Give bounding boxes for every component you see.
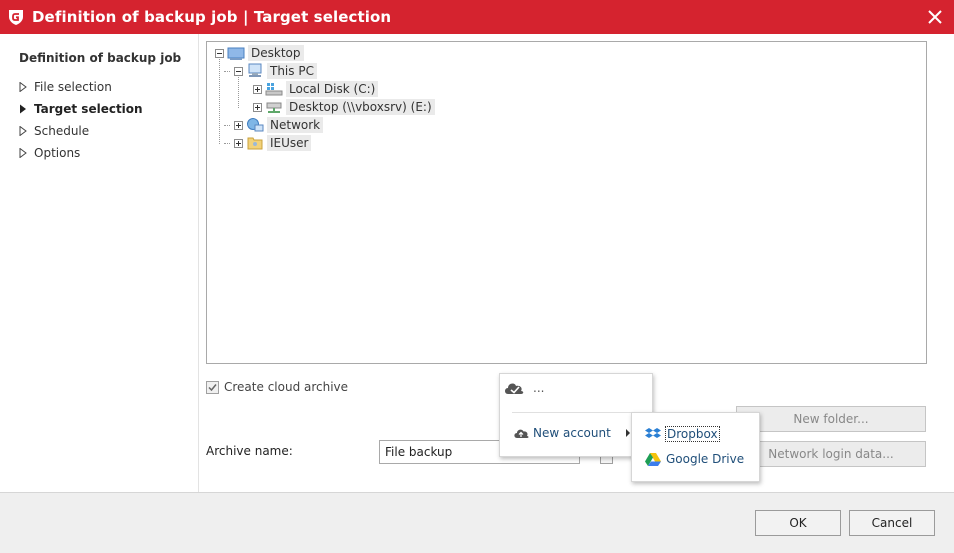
- tree-connector: [224, 143, 230, 144]
- desktop-icon: [227, 47, 245, 60]
- tree-connector: [238, 77, 239, 108]
- nav-heading: Definition of backup job: [19, 51, 182, 65]
- target-folder-tree[interactable]: Desktop This PC Local Disk (C:) Desktop …: [206, 41, 927, 364]
- title-bar: Definition of backup job | Target select…: [0, 0, 954, 34]
- tree-node-label: IEUser: [267, 135, 312, 151]
- menu-separator: [512, 412, 640, 413]
- drive-icon: [265, 83, 283, 96]
- dropbox-menu-item[interactable]: Dropbox: [645, 425, 720, 443]
- expand-icon[interactable]: [234, 120, 243, 130]
- nav-item-options[interactable]: Options: [18, 144, 80, 162]
- expand-icon[interactable]: [253, 102, 262, 112]
- window-title: Definition of backup job | Target select…: [32, 8, 392, 26]
- checkbox-label: Create cloud archive: [224, 380, 349, 394]
- gdata-logo-icon: [9, 10, 23, 25]
- tree-node-this-pc[interactable]: This PC: [234, 62, 317, 80]
- network-drive-icon: [266, 102, 282, 113]
- google-drive-icon: [645, 453, 661, 466]
- user-folder-icon: [247, 137, 263, 150]
- network-login-button[interactable]: Network login data...: [736, 441, 926, 467]
- tree-node-label: Local Disk (C:): [286, 81, 379, 97]
- tree-connector: [219, 59, 220, 144]
- nav-item-label: Target selection: [34, 102, 143, 116]
- cloud-account-selector[interactable]: ...: [503, 377, 544, 399]
- nav-item-label: Options: [34, 146, 81, 160]
- provider-submenu[interactable]: Dropbox Google Drive: [631, 412, 760, 482]
- archive-name-label: Archive name:: [206, 444, 293, 458]
- checkbox-box[interactable]: [206, 380, 219, 394]
- tree-node-label: Desktop: [248, 45, 304, 61]
- tree-node-ieuser[interactable]: IEUser: [234, 134, 312, 152]
- dialog-footer: OK Cancel: [0, 492, 954, 553]
- tree-connector: [224, 71, 230, 72]
- google-drive-menu-item[interactable]: Google Drive: [645, 450, 744, 468]
- tree-node-desktop[interactable]: Desktop: [215, 44, 304, 62]
- nav-item-file-selection[interactable]: File selection: [18, 78, 112, 96]
- cancel-button[interactable]: Cancel: [849, 510, 935, 536]
- new-folder-button[interactable]: New folder...: [736, 406, 926, 432]
- tree-node-label: This PC: [267, 63, 317, 79]
- chevron-right-icon: [19, 126, 27, 136]
- expand-icon[interactable]: [253, 84, 262, 94]
- cloud-check-icon: [505, 383, 524, 394]
- nav-item-schedule[interactable]: Schedule: [18, 122, 89, 140]
- close-icon[interactable]: [924, 6, 946, 28]
- checkmark-icon: [208, 383, 217, 391]
- chevron-right-icon: [19, 82, 27, 92]
- network-icon: [247, 118, 264, 132]
- tree-node-label: Desktop (\\vboxsrv) (E:): [286, 99, 435, 115]
- wizard-nav: Definition of backup job File selection …: [0, 34, 199, 492]
- cloud-account-menu[interactable]: ... New account: [499, 373, 653, 457]
- chevron-right-filled-icon: [20, 104, 26, 114]
- tree-node-local-disk[interactable]: Local Disk (C:): [253, 80, 379, 98]
- computer-icon: [248, 63, 262, 77]
- ok-button[interactable]: OK: [755, 510, 841, 536]
- tree-node-network[interactable]: Network: [234, 116, 324, 134]
- new-account-menu-item[interactable]: New account: [513, 424, 631, 442]
- expand-icon[interactable]: [234, 138, 243, 148]
- tree-node-network-drive[interactable]: Desktop (\\vboxsrv) (E:): [253, 98, 435, 116]
- dropbox-icon: [645, 428, 661, 438]
- collapse-icon[interactable]: [234, 66, 243, 76]
- cloud-upload-icon: [514, 429, 529, 438]
- collapse-icon[interactable]: [215, 48, 224, 58]
- nav-item-label: Schedule: [34, 124, 90, 138]
- nav-item-label: File selection: [34, 80, 112, 94]
- tree-connector: [224, 125, 230, 126]
- new-account-label: New account: [533, 426, 611, 440]
- create-cloud-archive-checkbox[interactable]: Create cloud archive: [206, 380, 348, 394]
- cloud-selector-text: ...: [533, 381, 545, 395]
- tree-node-label: Network: [267, 117, 324, 133]
- submenu-arrow-icon: [625, 429, 630, 437]
- provider-label: Dropbox: [665, 426, 720, 442]
- chevron-right-icon: [19, 148, 27, 158]
- nav-item-target-selection[interactable]: Target selection: [18, 100, 143, 118]
- provider-label: Google Drive: [666, 452, 745, 466]
